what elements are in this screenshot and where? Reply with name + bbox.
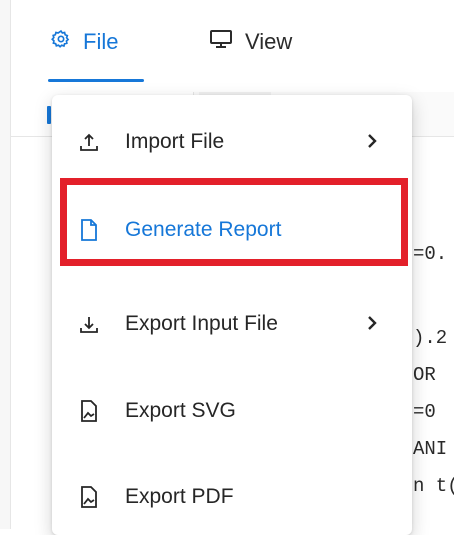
menu-item-import-file[interactable]: Import File bbox=[52, 110, 412, 174]
upload-icon bbox=[78, 131, 100, 153]
code-line: ).2 bbox=[413, 327, 448, 349]
active-tab-indicator bbox=[48, 79, 144, 82]
tab-marker bbox=[47, 106, 51, 124]
menu-item-export-pdf[interactable]: Export PDF bbox=[52, 465, 412, 529]
image-file-icon bbox=[78, 486, 100, 508]
code-line: ANI bbox=[413, 438, 448, 460]
menu-item-label: Export PDF bbox=[125, 485, 234, 508]
tab-file[interactable]: File bbox=[51, 0, 118, 84]
chevron-right-icon bbox=[365, 129, 379, 155]
tab-view-label: View bbox=[245, 29, 293, 54]
gear-icon bbox=[51, 29, 71, 55]
code-line: n t( bbox=[413, 475, 454, 497]
highlight-annotation-box bbox=[60, 178, 408, 266]
download-icon bbox=[78, 313, 100, 335]
tab-file-label: File bbox=[83, 29, 119, 54]
code-line: =0. bbox=[413, 243, 448, 265]
left-edge-panel bbox=[0, 0, 11, 529]
tab-view[interactable]: View bbox=[209, 0, 292, 84]
monitor-icon bbox=[209, 29, 233, 55]
image-file-icon bbox=[78, 400, 100, 422]
menu-item-label: Export SVG bbox=[125, 399, 236, 422]
menu-item-label: Import File bbox=[125, 130, 225, 153]
code-line: =0 bbox=[413, 401, 436, 423]
file-dropdown-menu: Import File Generate Report Export Input… bbox=[52, 95, 412, 535]
menubar: File View bbox=[11, 0, 454, 93]
code-line: OR bbox=[413, 364, 436, 386]
menu-item-export-input-file[interactable]: Export Input File bbox=[52, 292, 412, 356]
menu-item-export-svg[interactable]: Export SVG bbox=[52, 379, 412, 443]
menu-item-label: Export Input File bbox=[125, 312, 278, 335]
chevron-right-icon bbox=[365, 311, 379, 337]
